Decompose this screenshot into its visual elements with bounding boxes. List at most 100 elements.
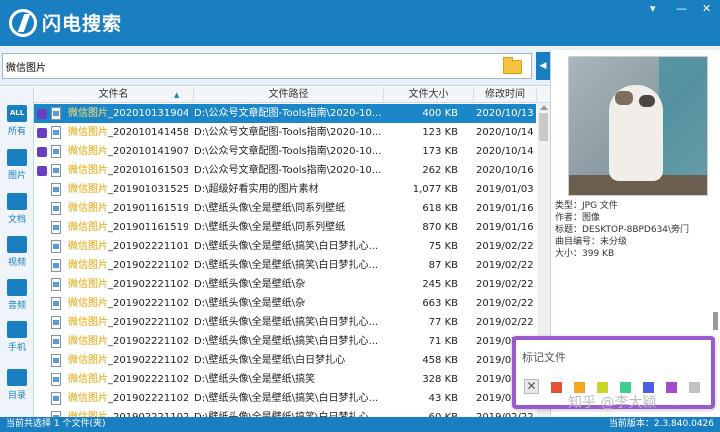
table-row[interactable]: 微信图片_20190222110233... D:\壁纸头像\全是壁纸\搞笑\白日… <box>34 389 536 408</box>
sidebar-item-ALL[interactable]: ALL 所有 <box>0 101 34 145</box>
modified-date: 2019/01/03 1 <box>476 184 536 195</box>
image-file-icon <box>51 240 61 253</box>
image-file-icon <box>51 297 61 310</box>
file-name: 微信图片_20190222110230... <box>68 370 188 389</box>
scrollbar-thumb[interactable] <box>539 113 548 141</box>
clear-tag-button[interactable]: ✕ <box>524 379 539 394</box>
file-name: 微信图片_20190222110207... <box>68 256 188 275</box>
file-name-rest: _20190222110207... <box>108 260 188 271</box>
table-row[interactable]: 微信图片_20190222110230... D:\壁纸头像\全是壁纸\搞笑 328… <box>34 370 536 389</box>
match-highlight: 微信图片 <box>68 374 108 385</box>
sidebar-item-image[interactable]: 图片 <box>0 145 34 189</box>
modified-date: 2019/02/22 1 <box>476 260 536 271</box>
folder-icon <box>7 369 27 386</box>
table-row[interactable]: 微信图片_20190222110237... D:\壁纸头像\全是壁纸\搞笑\白日… <box>34 408 536 417</box>
file-size: 77 KB <box>428 317 458 328</box>
version-label: 当前版本：2.3.840.0426 <box>608 419 714 429</box>
modified-date: 2020/10/14 1 <box>476 146 536 157</box>
app-title: 闪电搜索 <box>42 13 123 35</box>
watermark: 知乎 @李大颖 <box>568 395 657 411</box>
column-header-size[interactable]: 文件大小 <box>384 87 474 103</box>
modified-date: 2019/01/16 1 <box>476 222 536 233</box>
image-file-icon <box>51 202 61 215</box>
file-path: D:\壁纸头像\全是壁纸\杂 <box>194 279 306 290</box>
column-header-path[interactable]: 文件路径 <box>194 87 384 103</box>
file-name: 微信图片_20190116151954... <box>68 199 188 218</box>
column-header-name[interactable]: 文件名 <box>34 87 194 103</box>
search-input[interactable] <box>6 58 496 75</box>
tag-color-swatch[interactable] <box>551 382 562 393</box>
sidebar-item-label: 图片 <box>7 171 26 181</box>
tag-color-swatch[interactable] <box>666 382 677 393</box>
table-row[interactable]: 微信图片_20190116151954... D:\壁纸头像\全是壁纸\同系列壁纸… <box>34 199 536 218</box>
image-file-icon <box>51 335 61 348</box>
file-name-rest: _20190222110154... <box>108 241 188 252</box>
match-highlight: 微信图片 <box>68 298 108 309</box>
file-path: D:\壁纸头像\全是壁纸\搞笑\白日梦扎心... <box>194 336 379 347</box>
sidebar-item-video[interactable]: 视频 <box>0 232 34 276</box>
phone-icon <box>7 321 27 338</box>
table-row[interactable]: 微信图片_20190222110207... D:\壁纸头像\全是壁纸\搞笑\白日… <box>34 256 536 275</box>
image-file-icon <box>51 221 61 234</box>
file-name: 微信图片_20190222110212... <box>68 275 188 294</box>
table-row[interactable]: 微信图片_20190222110216... D:\壁纸头像\全是壁纸\杂 663 … <box>34 294 536 313</box>
table-row[interactable]: 微信图片_20190222110212... D:\壁纸头像\全是壁纸\杂 245 … <box>34 275 536 294</box>
sidebar-item-document[interactable]: 文档 <box>0 189 34 233</box>
file-size: 870 KB <box>422 222 458 233</box>
sidebar-item-phone[interactable]: 手机 <box>0 317 34 361</box>
file-path: D:\壁纸头像\全是壁纸\白日梦扎心 <box>194 355 346 366</box>
table-row[interactable]: 微信图片_20190222110222... D:\壁纸头像\全是壁纸\搞笑\白日… <box>34 332 536 351</box>
image-file-icon <box>51 354 61 367</box>
menu-dropdown-button[interactable]: ▾ <box>650 3 656 15</box>
match-highlight: 微信图片 <box>68 165 108 176</box>
file-path: D:\壁纸头像\全是壁纸\搞笑\白日梦扎心... <box>194 260 379 271</box>
file-name-rest: _20190222110222... <box>108 336 188 347</box>
close-window-button[interactable]: ✕ <box>702 3 711 15</box>
image-file-icon <box>51 392 61 405</box>
scroll-up-icon[interactable] <box>540 105 548 110</box>
sort-ascending-icon: ▲ <box>174 91 180 99</box>
sidebar-item-folder[interactable]: 目录 <box>0 365 34 409</box>
collapse-preview-button[interactable]: ◀ <box>536 52 550 80</box>
image-file-icon <box>51 145 61 158</box>
file-path: D:\公众号文章配图-Tools指南\2020-10... <box>194 108 382 119</box>
file-name-rest: _20190222110233... <box>108 393 188 404</box>
minimize-button[interactable]: — <box>676 3 687 15</box>
match-highlight: 微信图片 <box>68 127 108 138</box>
file-name: 微信图片_202010141458... <box>68 123 188 142</box>
file-name-rest: _20190116151954... <box>108 203 188 214</box>
video-icon <box>7 236 27 253</box>
image-file-icon <box>51 373 61 386</box>
tag-color-swatch[interactable] <box>689 382 700 393</box>
table-row[interactable]: 微信图片_202010131904... D:\公众号文章配图-Tools指南\2… <box>34 104 536 123</box>
table-row[interactable]: 微信图片_202010161503... D:\公众号文章配图-Tools指南\2… <box>34 161 536 180</box>
table-row[interactable]: 微信图片_20190222110219... D:\壁纸头像\全是壁纸\搞笑\白日… <box>34 313 536 332</box>
column-header-date[interactable]: 修改时间 <box>474 87 537 103</box>
audio-icon <box>7 279 27 296</box>
table-row[interactable]: 微信图片_202010141458... D:\公众号文章配图-Tools指南\2… <box>34 123 536 142</box>
category-sidebar: ALL 所有图片文档 视频 音频 手机目录 <box>0 87 34 417</box>
tag-marker <box>37 147 47 157</box>
folder-browse-icon[interactable] <box>503 57 522 74</box>
table-row[interactable]: 微信图片_20190222110225... D:\壁纸头像\全是壁纸\白日梦扎心… <box>34 351 536 370</box>
file-name-rest: _20190222110212... <box>108 279 188 290</box>
ALL-icon: ALL <box>7 105 27 122</box>
sidebar-item-audio[interactable]: 音频 <box>0 275 34 319</box>
file-size: 663 KB <box>422 298 458 309</box>
modified-date: 2020/10/13 1 <box>476 108 536 119</box>
sidebar-item-label: 目录 <box>7 391 26 401</box>
tag-popup-title: 标记文件 <box>522 351 566 364</box>
sidebar-item-label: 所有 <box>7 127 26 137</box>
table-row[interactable]: 微信图片_20190222110154... D:\壁纸头像\全是壁纸\搞笑\白日… <box>34 237 536 256</box>
logo-icon <box>9 9 37 37</box>
modified-date: 2019/02/22 1 <box>476 408 536 417</box>
file-name: 微信图片_20190103152510... <box>68 180 188 199</box>
match-highlight: 微信图片 <box>68 222 108 233</box>
file-name-rest: _20190222110230... <box>108 374 188 385</box>
table-row[interactable]: 微信图片_202010141907... D:\公众号文章配图-Tools指南\2… <box>34 142 536 161</box>
preview-scrollbar-thumb[interactable] <box>713 312 718 330</box>
table-row[interactable]: 微信图片_20190116151957... D:\壁纸头像\全是壁纸\同系列壁纸… <box>34 218 536 237</box>
table-row[interactable]: 微信图片_20190103152510... D:\超级好看实用的图片素材 1,07… <box>34 180 536 199</box>
file-name: 微信图片_20190222110154... <box>68 237 188 256</box>
file-name: 微信图片_20190116151957... <box>68 218 188 237</box>
